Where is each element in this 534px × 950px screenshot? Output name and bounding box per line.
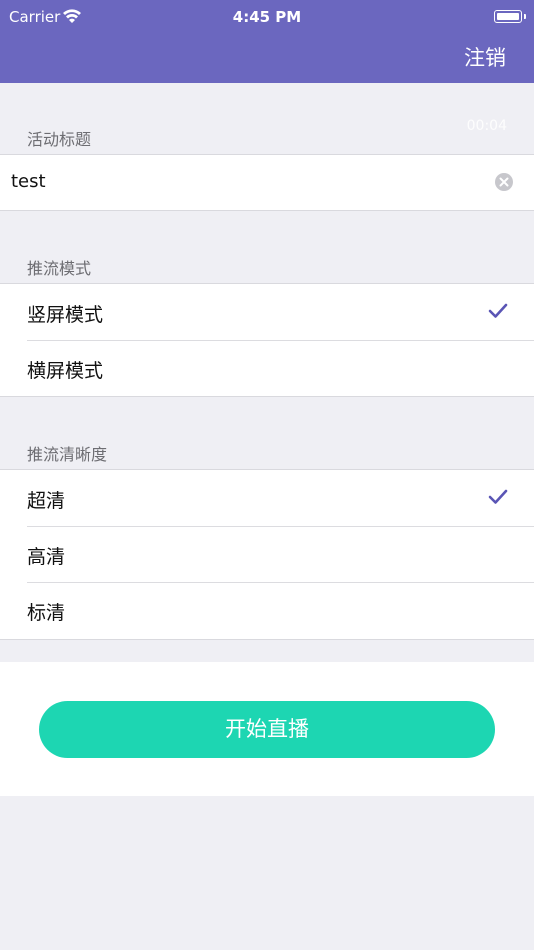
battery-icon (494, 10, 526, 23)
quality-option-label: 标清 (27, 602, 66, 624)
mode-option-label: 竖屏模式 (27, 304, 104, 326)
section-header-mode: 推流模式 (27, 259, 92, 278)
start-live-button[interactable]: 开始直播 (39, 701, 495, 758)
title-input-group: test (0, 154, 534, 211)
title-input[interactable]: test (11, 171, 46, 192)
clear-icon[interactable] (494, 172, 514, 192)
mode-option-portrait[interactable]: 竖屏模式 (0, 284, 534, 340)
quality-options-group: 超清 高清 标清 (0, 469, 534, 640)
status-bar: Carrier 4:45 PM (0, 0, 534, 34)
title-input-row[interactable]: test (0, 155, 534, 211)
section-header-title: 活动标题 (27, 130, 92, 149)
quality-option-high[interactable]: 高清 (0, 526, 534, 582)
section-header-quality: 推流清晰度 (27, 445, 108, 464)
quality-option-super[interactable]: 超清 (0, 470, 534, 526)
mode-option-label: 横屏模式 (27, 360, 104, 382)
checkmark-icon (488, 303, 508, 318)
checkmark-icon (488, 489, 508, 504)
logout-button[interactable]: 注销 (464, 42, 506, 72)
mode-options-group: 竖屏模式 横屏模式 (0, 283, 534, 397)
quality-option-label: 高清 (27, 546, 66, 568)
clock: 4:45 PM (232, 8, 302, 26)
mode-option-landscape[interactable]: 横屏模式 (0, 340, 534, 396)
navigation-bar: Carrier 4:45 PM 注销 (0, 0, 534, 83)
start-button-container: 开始直播 (0, 662, 534, 796)
quality-option-standard[interactable]: 标清 (0, 582, 534, 638)
quality-option-label: 超清 (27, 490, 66, 512)
timer-label: 00:04 (466, 118, 507, 134)
